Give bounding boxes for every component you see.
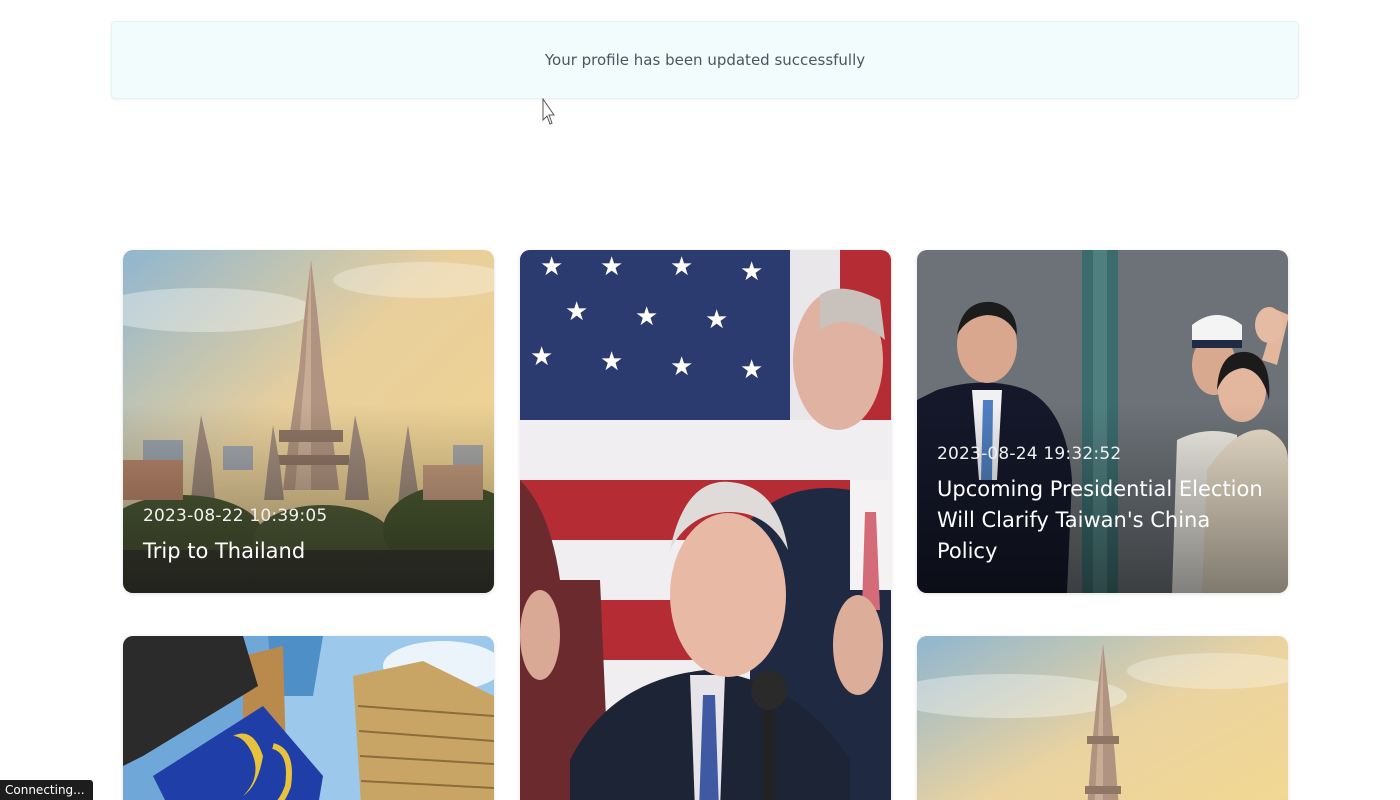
article-card-temple[interactable] (917, 636, 1288, 800)
article-card-taiwan-election[interactable]: 2023-08-24 19:32:52 Upcoming Presidentia… (917, 250, 1288, 593)
svg-text:★: ★ (740, 355, 763, 385)
card-meta: 2023-08-24 19:32:52 Upcoming Presidentia… (937, 444, 1268, 567)
svg-text:★: ★ (565, 297, 588, 327)
svg-text:★: ★ (670, 252, 693, 282)
card-date: 2023-08-22 10:39:05 (143, 506, 328, 526)
connection-status-bar: Connecting... (0, 780, 93, 800)
flag-speaker-photo-icon: ★ ★ ★ ★ ★ ★ ★ ★ ★ ★ ★ (520, 250, 891, 800)
svg-text:★: ★ (600, 347, 623, 377)
svg-text:★: ★ (600, 252, 623, 282)
article-card-trip-to-thailand[interactable]: 2023-08-22 10:39:05 Trip to Thailand (123, 250, 494, 593)
article-card-buildings[interactable] (123, 636, 494, 800)
page: Your profile has been updated successful… (0, 0, 1400, 800)
mouse-cursor-icon (542, 98, 555, 125)
skyscraper-photo-icon (123, 636, 494, 800)
svg-text:★: ★ (670, 352, 693, 382)
card-title[interactable]: Upcoming Presidential Election Will Clar… (937, 474, 1268, 567)
svg-text:★: ★ (635, 302, 658, 332)
temple-photo-icon (917, 636, 1288, 800)
alert-message: Your profile has been updated successful… (544, 51, 866, 69)
article-card-speech[interactable]: ★ ★ ★ ★ ★ ★ ★ ★ ★ ★ ★ (520, 250, 891, 800)
success-alert: Your profile has been updated successful… (111, 21, 1299, 99)
svg-text:★: ★ (740, 257, 763, 287)
card-title[interactable]: Trip to Thailand (143, 536, 474, 567)
svg-text:★: ★ (705, 305, 728, 335)
card-meta: 2023-08-22 10:39:05 Trip to Thailand (143, 506, 474, 567)
connection-status-text: Connecting... (5, 783, 85, 797)
card-date: 2023-08-24 19:32:52 (937, 444, 1122, 464)
svg-text:★: ★ (530, 342, 553, 372)
svg-text:★: ★ (540, 252, 563, 282)
